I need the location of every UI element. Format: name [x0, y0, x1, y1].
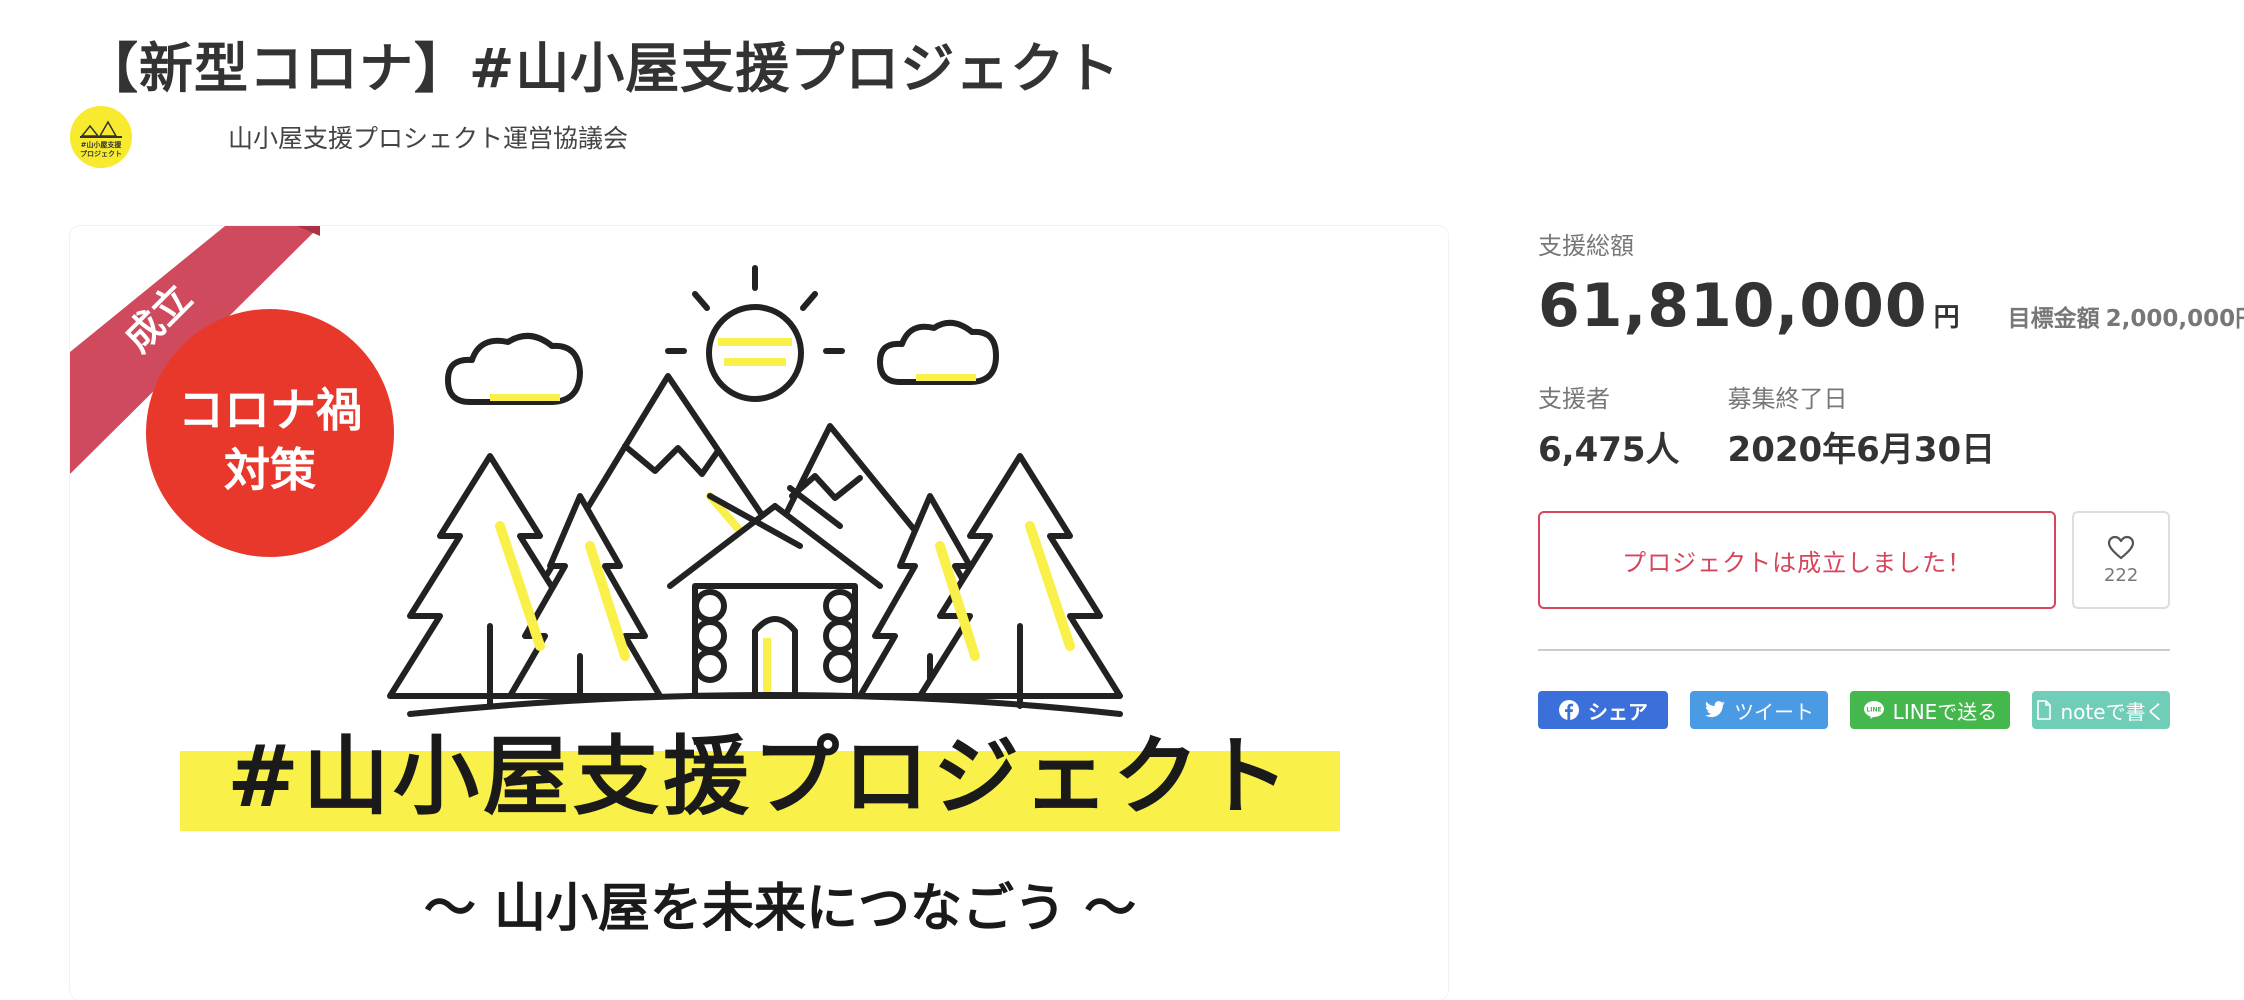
facebook-share-button[interactable]: シェア	[1538, 691, 1668, 729]
page-title: 【新型コロナ】#山小屋支援プロジェクト	[84, 37, 1121, 100]
total-label: 支援総額	[1538, 232, 1634, 260]
goal-amount: 目標金額 2,000,000円	[2008, 299, 2244, 333]
twitter-share-button[interactable]: ツイート	[1690, 691, 1828, 729]
project-success-button[interactable]: プロジェクトは成立しました！	[1538, 511, 2057, 609]
goal-label: 目標金額	[2007, 306, 2100, 332]
note-share-button[interactable]: noteで書く	[2032, 691, 2170, 729]
badge-line1: コロナ禍	[178, 383, 362, 437]
owner-name[interactable]: 山小屋支援プロシェクト運営協議会	[228, 119, 628, 155]
owner-avatar-line2: プロジェクト	[80, 149, 122, 158]
hero-subline: 〜 山小屋を未来につなごう 〜	[424, 879, 1136, 939]
note-share-label: noteで書く	[2060, 699, 2166, 724]
line-share-button[interactable]: LINE LINEで送る	[1850, 691, 2010, 729]
end-date-value: 2020年6月30日	[1727, 430, 1996, 470]
funding-panel: 支援総額 61,810,000 円 目標金額 2,000,000円 支援者 6,4…	[1538, 226, 2244, 729]
favorite-count: 222	[2103, 564, 2139, 586]
currency-unit: 円	[1933, 303, 1960, 333]
line-share-label: LINEで送る	[1892, 699, 1998, 724]
facebook-share-label: シェア	[1588, 699, 1648, 724]
end-date-stat: 募集終了日 2020年6月30日	[1728, 379, 1996, 471]
owner-logo: #山小屋支援 プロジェクト	[70, 106, 132, 168]
svg-text:LINE: LINE	[1866, 707, 1881, 714]
owner-avatar[interactable]: #山小屋支援 プロジェクト	[70, 106, 132, 168]
total-amount: 61,810,000	[1538, 271, 1928, 341]
twitter-share-label: ツイート	[1734, 699, 1814, 724]
line-chat-icon: LINE	[1863, 701, 1884, 719]
heart-icon	[2108, 535, 2135, 559]
supporters-value: 6,475人	[1538, 430, 1680, 470]
goal-value: 2,000,000円	[2105, 306, 2244, 332]
owner-avatar-line1: #山小屋支援	[81, 140, 123, 149]
hero-headline: #山小屋支援プロジェクト	[227, 727, 1293, 827]
share-buttons: シェア ツイート LINE LINEで送る noteで書く	[1538, 691, 2170, 729]
supporters-stat: 支援者 6,475人	[1538, 379, 1680, 471]
favorite-button[interactable]: 222	[2072, 511, 2170, 609]
twitter-bird-icon	[1705, 701, 1725, 718]
corona-badge: コロナ禍 対策	[146, 309, 394, 557]
badge-line2: 対策	[224, 443, 316, 497]
hero-image: 成立 コロナ禍 対策 #山小屋支援プロジェクト 〜 山小屋を未来につなごう 〜	[70, 226, 1448, 1000]
note-document-icon	[2037, 700, 2052, 720]
supporters-label: 支援者	[1538, 385, 1610, 413]
project-owner[interactable]: #山小屋支援 プロジェクト 山小屋支援プロシェクト運営協議会	[70, 104, 628, 170]
facebook-icon	[1559, 700, 1579, 720]
divider	[1538, 649, 2170, 651]
mountain-hut-illustration	[387, 265, 1123, 717]
end-date-label: 募集終了日	[1727, 385, 1848, 413]
